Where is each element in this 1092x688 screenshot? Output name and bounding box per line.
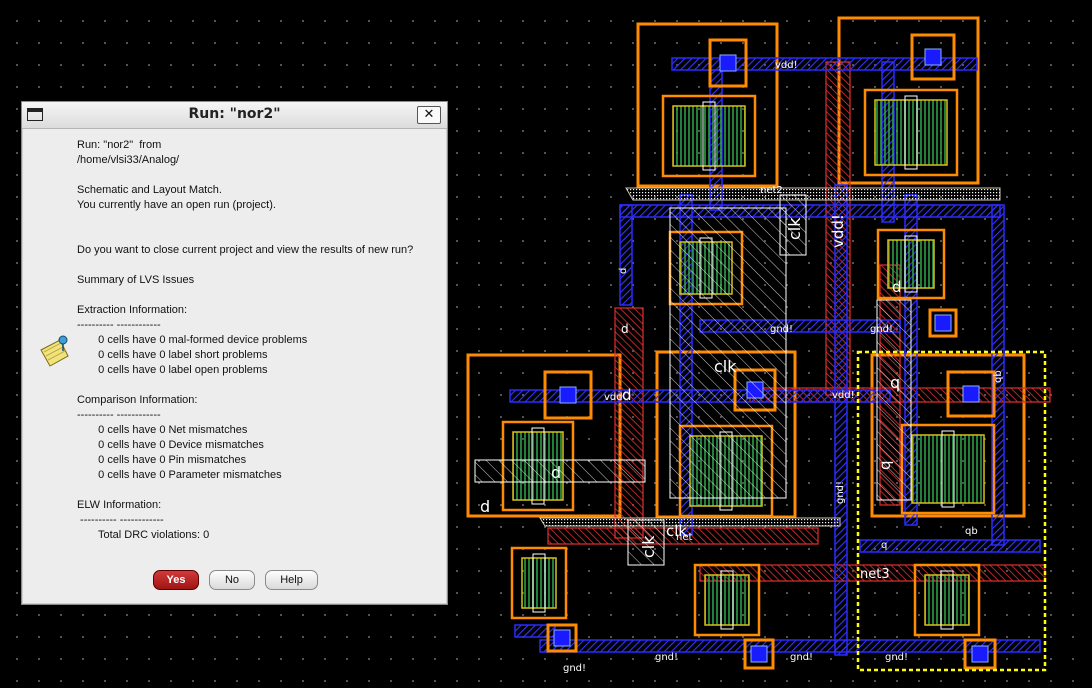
device-active [874,99,948,166]
layout-label-vdd-mid: vdd! [832,390,855,401]
message-line: /home/vlsi33/Analog/ [77,154,180,166]
message-line: Summary of LVS Issues [77,274,195,286]
layout-label-vdd-top: vdd! [775,60,798,71]
contact-via [559,386,577,404]
contact-via [971,645,989,663]
layout-label-gnd-bottom3: gnd! [790,652,813,663]
message-line: Do you want to close current project and… [77,244,414,256]
message-line [77,168,437,183]
layout-label-net3: net3 [860,567,890,582]
help-button[interactable]: Help [265,570,318,590]
message-line: 0 cells have 0 label open problems [89,364,268,376]
message-line [77,228,437,243]
dialog-title: Run: "nor2" [188,106,281,122]
layout-label-gnd-mid-right: gnd! [870,324,893,335]
message-line [77,213,437,228]
message-line: Extraction Information: [77,304,188,316]
layout-label-qb-low: qb [965,526,978,537]
device-active [911,434,985,504]
layout-label-d-mid: d [622,386,632,404]
dialog-message: Run: "nor2" from /home/vlsi33/Analog/ Sc… [77,138,437,543]
message-line: 0 cells have 0 Pin mismatches [89,454,247,466]
layout-label-vdd-vertical: vdd! [829,214,847,248]
layout-label-clk-top: clk [785,217,804,240]
metal1-wire [834,184,848,656]
message-line [77,288,437,303]
boundary [539,517,841,527]
layout-label-d-left: d [618,268,629,274]
layout-label-d-pin: d [621,322,629,336]
yes-button[interactable]: Yes [153,570,199,590]
layout-label-qb-right: qb [993,370,1004,383]
device-active [704,574,750,626]
contact-via [719,54,737,72]
message-line: Run: "nor2" from [77,139,162,151]
message-line: ---------- ------------ [77,409,161,421]
metal1-wire [619,204,633,306]
contact-via [934,314,952,332]
note-icon [40,335,69,367]
instance-region [669,207,787,499]
layout-label-q-low: q [876,460,894,470]
message-line: Comparison Information: [77,394,198,406]
message-line: ELW Information: [77,499,162,511]
contact-via [924,48,942,66]
contact-via [750,645,768,663]
message-line: 0 cells have 0 Device mismatches [89,439,264,451]
no-button[interactable]: No [209,570,255,590]
message-line: Total DRC violations: 0 [89,529,210,541]
lvs-run-dialog[interactable]: Run: "nor2" ✕ Run: "nor2" from /home/vls… [21,101,448,605]
layout-label-q-mid: q [890,373,900,392]
layout-label-clk-mid: clk [714,357,737,376]
layout-label-gnd-bottom4: gnd! [885,652,908,663]
layout-label-gnd-bottom1: gnd! [563,663,586,674]
message-line [77,258,437,273]
layout-label-gnd-bottom2: gnd! [655,652,678,663]
message-line: 0 cells have 0 label short problems [89,349,268,361]
layout-label-gnd-vertical: gnd! [835,481,846,504]
layout-label-clk-low1: clk [639,535,658,558]
close-button[interactable]: ✕ [417,106,441,124]
layout-label-vdd-left: vdd [604,392,623,403]
contact-via [962,385,980,403]
layout-label-d-right: d [892,278,902,296]
dialog-titlebar[interactable]: Run: "nor2" ✕ [22,102,447,129]
message-line: 0 cells have 0 mal-formed device problem… [89,334,308,346]
layout-label-d-lower: d [551,463,561,482]
device-active [672,105,746,167]
layout-label-gnd-mid-left: gnd! [770,324,793,335]
layout-label-d-lower2: d [480,497,490,516]
device-active [924,574,970,626]
layout-label-net-low: net [676,532,692,543]
message-line: ---------- ------------ [77,514,164,526]
message-line: You currently have an open run (project)… [77,199,276,211]
poly-path [614,307,644,539]
message-line: ---------- ------------ [77,319,161,331]
message-line: 0 cells have 0 Parameter mismatches [89,469,282,481]
layout-label-q-low2: q [881,540,887,551]
close-icon: ✕ [423,107,435,122]
dialog-buttons: Yes No Help [22,570,447,590]
layout-label-net2: net2 [760,185,783,196]
device-active [521,557,557,609]
contact-via [553,629,571,647]
message-line: Schematic and Layout Match. [77,184,222,196]
message-line [77,483,437,498]
message-line: 0 cells have 0 Net mismatches [89,424,248,436]
message-line [77,378,437,393]
boundary [625,187,1001,201]
